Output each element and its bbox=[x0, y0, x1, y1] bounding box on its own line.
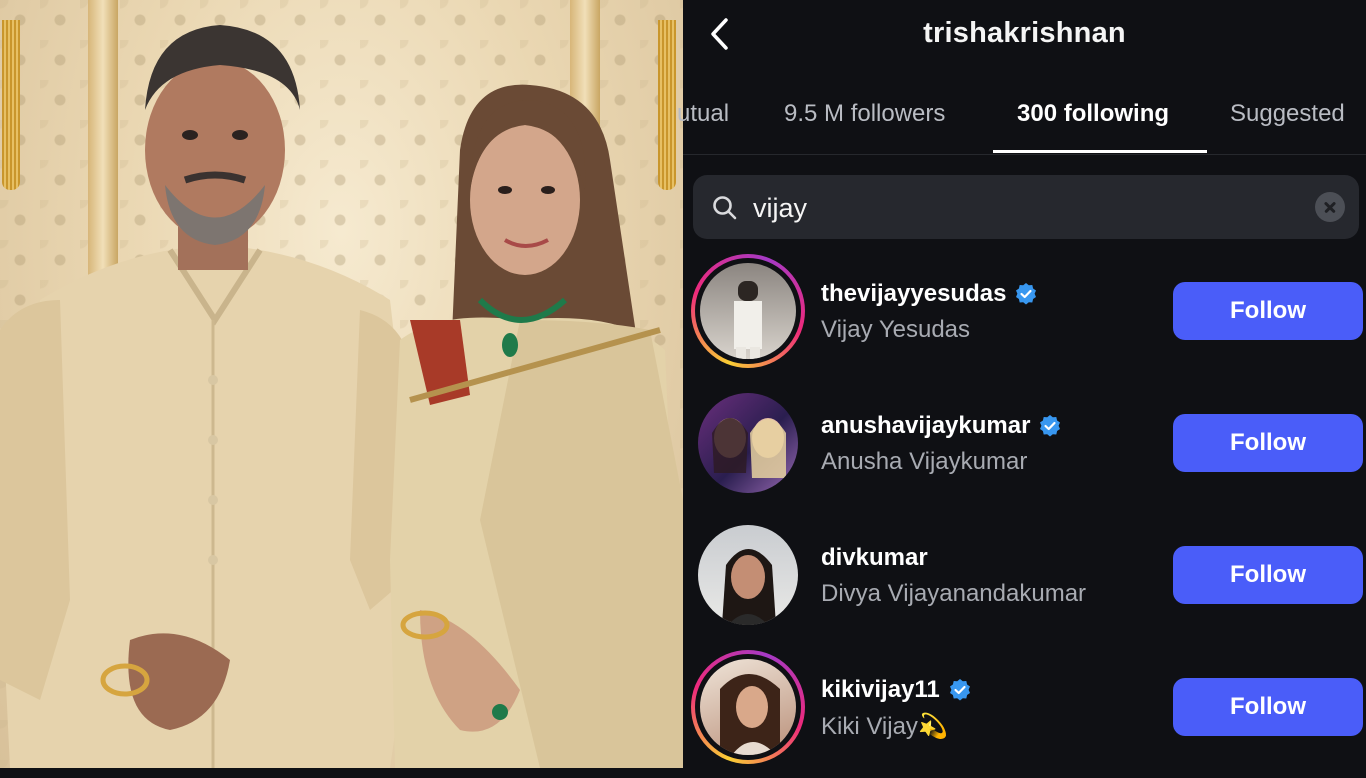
list-item[interactable]: thevijayyesudas Vijay Yesudas Follow bbox=[683, 250, 1366, 382]
tab-followers[interactable]: 9.5 M followers bbox=[784, 100, 945, 128]
search-icon bbox=[713, 196, 737, 220]
clear-search-icon[interactable] bbox=[1315, 192, 1345, 222]
follow-button[interactable]: Follow bbox=[1173, 282, 1363, 340]
tab-mutual[interactable]: utual bbox=[677, 100, 729, 128]
people-illustration bbox=[0, 25, 683, 768]
avatar[interactable] bbox=[691, 518, 805, 632]
verified-badge-icon bbox=[1040, 415, 1061, 437]
list-item[interactable]: divkumar Divya Vijayanandakumar Follow bbox=[683, 514, 1366, 646]
list-item[interactable]: anushavijaykumar Anusha Vijaykumar Follo… bbox=[683, 382, 1366, 514]
avatar[interactable] bbox=[691, 254, 805, 368]
top-bar: trishakrishnan bbox=[683, 0, 1366, 70]
man-figure bbox=[0, 25, 420, 768]
avatar[interactable] bbox=[691, 386, 805, 500]
tab-following[interactable]: 300 following bbox=[1017, 100, 1169, 128]
username[interactable]: divkumar bbox=[821, 544, 928, 572]
full-name: Kiki Vijay💫 bbox=[821, 713, 948, 740]
profile-username-title: trishakrishnan bbox=[923, 17, 1126, 49]
username[interactable]: kikivijay11 bbox=[821, 676, 972, 704]
follow-button[interactable]: Follow bbox=[1173, 414, 1363, 472]
full-name: Vijay Yesudas bbox=[821, 316, 971, 343]
verified-badge-icon bbox=[1016, 283, 1037, 305]
following-list: thevijayyesudas Vijay Yesudas Follow anu… bbox=[683, 250, 1366, 778]
full-name: Divya Vijayanandakumar bbox=[821, 580, 1087, 607]
list-item[interactable]: kikivijay11 Kiki Vijay💫 Follow bbox=[683, 646, 1366, 778]
tab-suggested[interactable]: Suggested bbox=[1230, 100, 1345, 128]
avatar[interactable] bbox=[691, 650, 805, 764]
photo-panel bbox=[0, 0, 683, 768]
follow-button[interactable]: Follow bbox=[1173, 678, 1363, 736]
search-bar bbox=[693, 175, 1359, 239]
search-input[interactable] bbox=[751, 187, 1315, 229]
follow-tabs: utual 9.5 M followers 300 following Sugg… bbox=[677, 86, 1366, 155]
username[interactable]: thevijayyesudas bbox=[821, 280, 1038, 308]
username[interactable]: anushavijaykumar bbox=[821, 412, 1062, 440]
verified-badge-icon bbox=[949, 679, 970, 701]
following-screen: trishakrishnan utual 9.5 M followers 300… bbox=[677, 0, 1366, 768]
dizzy-emoji: 💫 bbox=[917, 713, 948, 740]
follow-button[interactable]: Follow bbox=[1173, 546, 1363, 604]
woman-figure bbox=[390, 84, 683, 768]
full-name: Anusha Vijaykumar bbox=[821, 448, 1028, 475]
active-tab-indicator bbox=[993, 150, 1207, 153]
